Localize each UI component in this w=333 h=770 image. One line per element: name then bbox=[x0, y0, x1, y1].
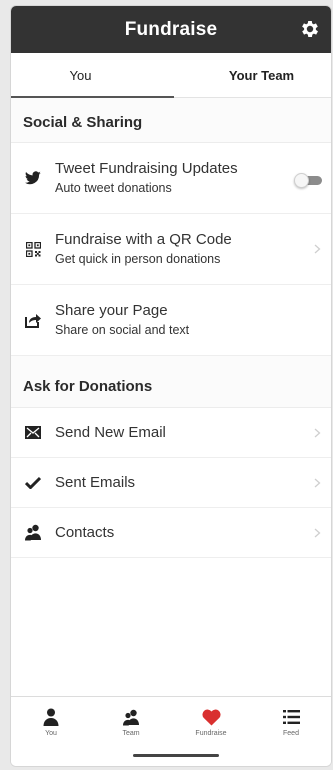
chevron-right-icon bbox=[314, 428, 321, 437]
section-header-social: Social & Sharing bbox=[11, 98, 331, 143]
feed-icon bbox=[282, 710, 300, 724]
contacts-icon bbox=[25, 524, 41, 541]
tabbar-label: Team bbox=[122, 730, 140, 737]
envelope-icon bbox=[25, 426, 41, 439]
qr-code-icon bbox=[25, 241, 41, 257]
share-icon bbox=[25, 314, 41, 328]
page-title: Fundraise bbox=[124, 18, 218, 40]
tab-your-team[interactable]: Your Team bbox=[164, 53, 331, 97]
row-title: Share your Page bbox=[55, 302, 168, 319]
chevron-right-icon bbox=[314, 478, 321, 487]
row-subtitle: Share on social and text bbox=[55, 323, 190, 337]
row-subtitle: Auto tweet donations bbox=[55, 181, 172, 195]
home-indicator bbox=[133, 754, 219, 757]
row-title: Contacts bbox=[55, 524, 115, 541]
tabbar-item-you[interactable]: You bbox=[11, 707, 91, 745]
heart-icon bbox=[201, 709, 221, 726]
bottom-tab-bar: You Team Fundraise Feed bbox=[11, 696, 331, 766]
person-icon bbox=[43, 708, 59, 726]
twitter-icon bbox=[25, 171, 41, 185]
row-title: Fundraise with a QR Code bbox=[55, 231, 232, 248]
app-screen: Fundraise You Your Team Social & Sharing… bbox=[10, 5, 332, 767]
sent-emails-row[interactable]: Sent Emails bbox=[11, 458, 331, 508]
chevron-right-icon bbox=[314, 528, 321, 537]
row-title: Send New Email bbox=[55, 424, 166, 441]
tabbar-label: Fundraise bbox=[195, 730, 227, 737]
tabbar-item-fundraise[interactable]: Fundraise bbox=[171, 707, 251, 745]
tabbar-label: You bbox=[45, 730, 57, 737]
row-subtitle: Get quick in person donations bbox=[55, 252, 221, 266]
team-icon bbox=[123, 709, 139, 725]
gear-icon[interactable] bbox=[299, 18, 321, 40]
tweet-updates-toggle[interactable] bbox=[294, 173, 322, 188]
section-header-donations: Ask for Donations bbox=[11, 356, 331, 408]
app-header: Fundraise bbox=[11, 6, 331, 53]
qr-code-row[interactable]: Fundraise with a QR Code Get quick in pe… bbox=[11, 214, 331, 285]
tabbar-item-team[interactable]: Team bbox=[91, 707, 171, 745]
row-title: Tweet Fundraising Updates bbox=[55, 160, 238, 177]
tabbar-label: Feed bbox=[283, 730, 299, 737]
chevron-right-icon bbox=[314, 244, 321, 254]
tabbar-item-feed[interactable]: Feed bbox=[251, 707, 331, 745]
row-title: Sent Emails bbox=[55, 474, 136, 491]
contacts-row[interactable]: Contacts bbox=[11, 508, 331, 558]
tweet-updates-row: Tweet Fundraising Updates Auto tweet don… bbox=[11, 143, 331, 214]
tab-you[interactable]: You bbox=[11, 53, 164, 97]
share-page-row[interactable]: Share your Page Share on social and text bbox=[11, 285, 331, 356]
checkmark-icon bbox=[25, 476, 41, 489]
send-new-email-row[interactable]: Send New Email bbox=[11, 408, 331, 458]
active-tab-indicator bbox=[11, 96, 174, 98]
segment-tabs: You Your Team bbox=[11, 53, 331, 98]
